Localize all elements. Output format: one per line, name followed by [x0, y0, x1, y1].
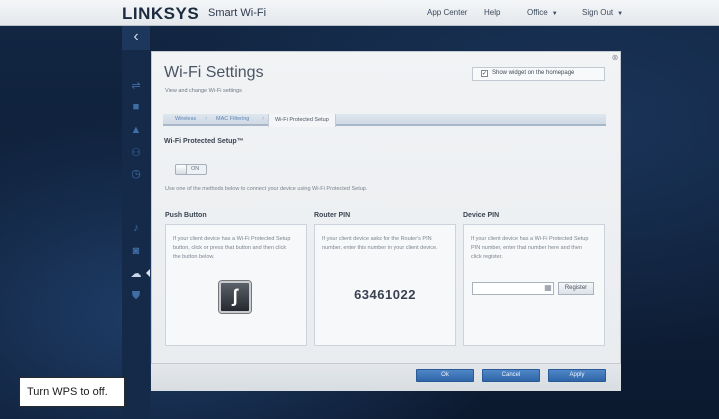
- tab-mac-filtering[interactable]: MAC Filtering: [216, 116, 249, 122]
- wps-toggle-knob[interactable]: [175, 164, 187, 175]
- nav-office-menu[interactable]: Office ▼: [527, 8, 558, 17]
- sidebar-back-button[interactable]: ‹: [122, 26, 150, 50]
- media-icon[interactable]: ♪: [129, 222, 143, 234]
- chevron-down-icon: ▼: [551, 11, 558, 17]
- router-icon[interactable]: ⇌: [129, 80, 143, 92]
- page-title: Wi-Fi Settings: [164, 64, 264, 81]
- nav-app-center[interactable]: App Center: [427, 8, 467, 17]
- page-subtitle: View and change Wi-Fi settings: [165, 88, 242, 94]
- camera-icon[interactable]: ◙: [129, 245, 143, 257]
- chevron-down-icon: ▼: [617, 11, 624, 17]
- keypad-icon[interactable]: ▦: [543, 283, 553, 293]
- register-button[interactable]: Register: [558, 282, 594, 295]
- device-pin-text: If your client device has a Wi-Fi Protec…: [471, 236, 589, 260]
- ok-button[interactable]: Ok: [416, 369, 474, 382]
- device-pin-input[interactable]: [472, 282, 554, 295]
- section-title: Wi-Fi Protected Setup™: [164, 138, 244, 145]
- tab-separator: ›: [205, 115, 208, 122]
- nav-sign-out-menu[interactable]: Sign Out ▼: [582, 8, 623, 17]
- show-widget-checkbox[interactable]: ✓: [481, 70, 488, 77]
- linksys-logo[interactable]: LINKSYS: [122, 4, 199, 24]
- product-name: Smart Wi-Fi: [208, 7, 267, 19]
- security-icon[interactable]: ⛊: [129, 290, 143, 302]
- tab-wireless[interactable]: Wireless: [175, 116, 196, 122]
- alert-icon[interactable]: ▲: [129, 124, 143, 136]
- wps-toggle-state: ON: [191, 166, 200, 172]
- wps-instructions: Use one of the methods below to connect …: [165, 186, 368, 192]
- router-pin-value: 63461022: [354, 287, 416, 302]
- parental-controls-icon[interactable]: ⚇: [129, 147, 143, 159]
- router-pin-heading: Router PIN: [314, 212, 351, 219]
- chevron-left-icon: ‹: [133, 28, 139, 45]
- tab-separator: ›: [262, 115, 265, 122]
- active-indicator: [146, 269, 150, 277]
- clock-icon[interactable]: ◷: [129, 168, 143, 180]
- device-pin-heading: Device PIN: [463, 212, 500, 219]
- push-button-text: If your client device has a Wi-Fi Protec…: [173, 236, 291, 260]
- tab-wi-fi-protected-setup[interactable]: Wi-Fi Protected Setup: [268, 114, 336, 127]
- apply-button[interactable]: Apply: [548, 369, 606, 382]
- wps-push-button[interactable]: ʃ: [219, 281, 251, 313]
- show-widget-label: Show widget on the homepage: [492, 70, 575, 76]
- push-button-heading: Push Button: [165, 212, 207, 219]
- close-icon[interactable]: ⊗: [610, 53, 620, 63]
- nav-help[interactable]: Help: [484, 8, 500, 17]
- wifi-settings-icon[interactable]: ☁: [129, 268, 143, 280]
- cancel-button[interactable]: Cancel: [482, 369, 540, 382]
- devices-icon[interactable]: ■: [129, 101, 143, 113]
- router-pin-text: If your client device asks for the Route…: [322, 236, 438, 251]
- wps-icon: ʃ: [232, 286, 238, 306]
- instruction-caption: Turn WPS to off.: [19, 377, 125, 407]
